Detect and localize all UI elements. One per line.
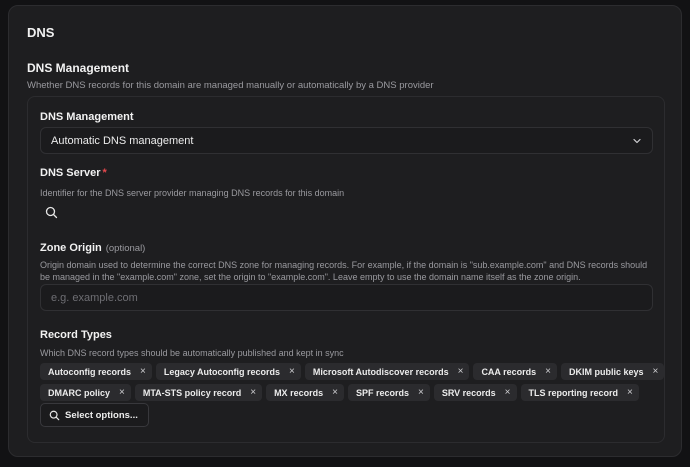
close-icon[interactable]: ×: [653, 366, 659, 377]
record-type-chip: Microsoft Autodiscover records ×: [304, 363, 470, 380]
search-icon: [45, 206, 57, 218]
dns-card: DNS DNS Management Whether DNS records f…: [8, 5, 682, 457]
record-types-description: Which DNS record types should be automat…: [40, 348, 344, 358]
chevron-down-icon: [633, 138, 641, 143]
close-icon[interactable]: ×: [458, 366, 464, 377]
section-description: Whether DNS records for this domain are …: [27, 80, 434, 91]
record-types-chips-row-2: DMARC policy × MTA-STS policy record × MX …: [40, 384, 639, 401]
dns-management-panel: DNS Management Automatic DNS management …: [27, 96, 665, 443]
close-icon[interactable]: ×: [332, 387, 338, 398]
select-options-label: Select options...: [65, 409, 138, 421]
dns-management-label: DNS Management: [40, 111, 134, 123]
optional-tag: (optional): [105, 243, 146, 254]
record-type-chip: SPF records ×: [347, 384, 430, 401]
record-type-chip: DMARC policy ×: [40, 384, 131, 401]
required-marker: *: [102, 167, 107, 179]
dns-server-label: DNS Server *: [40, 167, 107, 179]
record-type-chip: SRV records ×: [433, 384, 517, 401]
close-icon[interactable]: ×: [119, 387, 125, 398]
record-types-label: Record Types: [40, 329, 112, 341]
zone-origin-description: Origin domain used to determine the corr…: [40, 260, 648, 282]
dns-management-select[interactable]: Automatic DNS management: [40, 127, 653, 154]
dns-server-description: Identifier for the DNS server provider m…: [40, 188, 345, 198]
close-icon[interactable]: ×: [505, 387, 511, 398]
select-options-button[interactable]: Select options...: [40, 403, 149, 427]
section-title: DNS Management: [27, 61, 130, 75]
record-type-chip: MX records ×: [266, 384, 344, 401]
close-icon[interactable]: ×: [545, 366, 551, 377]
search-icon: [49, 410, 60, 420]
zone-origin-input[interactable]: [40, 284, 653, 311]
close-icon[interactable]: ×: [418, 387, 424, 398]
record-type-chip: MTA-STS policy record ×: [134, 384, 263, 401]
record-types-chips-row-1: Autoconfig records × Legacy Autoconfig re…: [40, 363, 665, 380]
dns-server-search-button[interactable]: [40, 203, 62, 221]
zone-origin-label: Zone Origin (optional): [40, 242, 146, 254]
record-type-chip: TLS reporting record ×: [520, 384, 639, 401]
record-type-chip: Legacy Autoconfig records ×: [155, 363, 301, 380]
dns-management-value: Automatic DNS management: [51, 134, 194, 147]
close-icon[interactable]: ×: [250, 387, 256, 398]
close-icon[interactable]: ×: [289, 366, 295, 377]
record-type-chip: CAA records ×: [473, 363, 557, 380]
close-icon[interactable]: ×: [140, 366, 146, 377]
close-icon[interactable]: ×: [627, 387, 633, 398]
record-type-chip: Autoconfig records ×: [40, 363, 152, 380]
record-type-chip: DKIM public keys ×: [560, 363, 665, 380]
card-title: DNS: [27, 25, 55, 40]
